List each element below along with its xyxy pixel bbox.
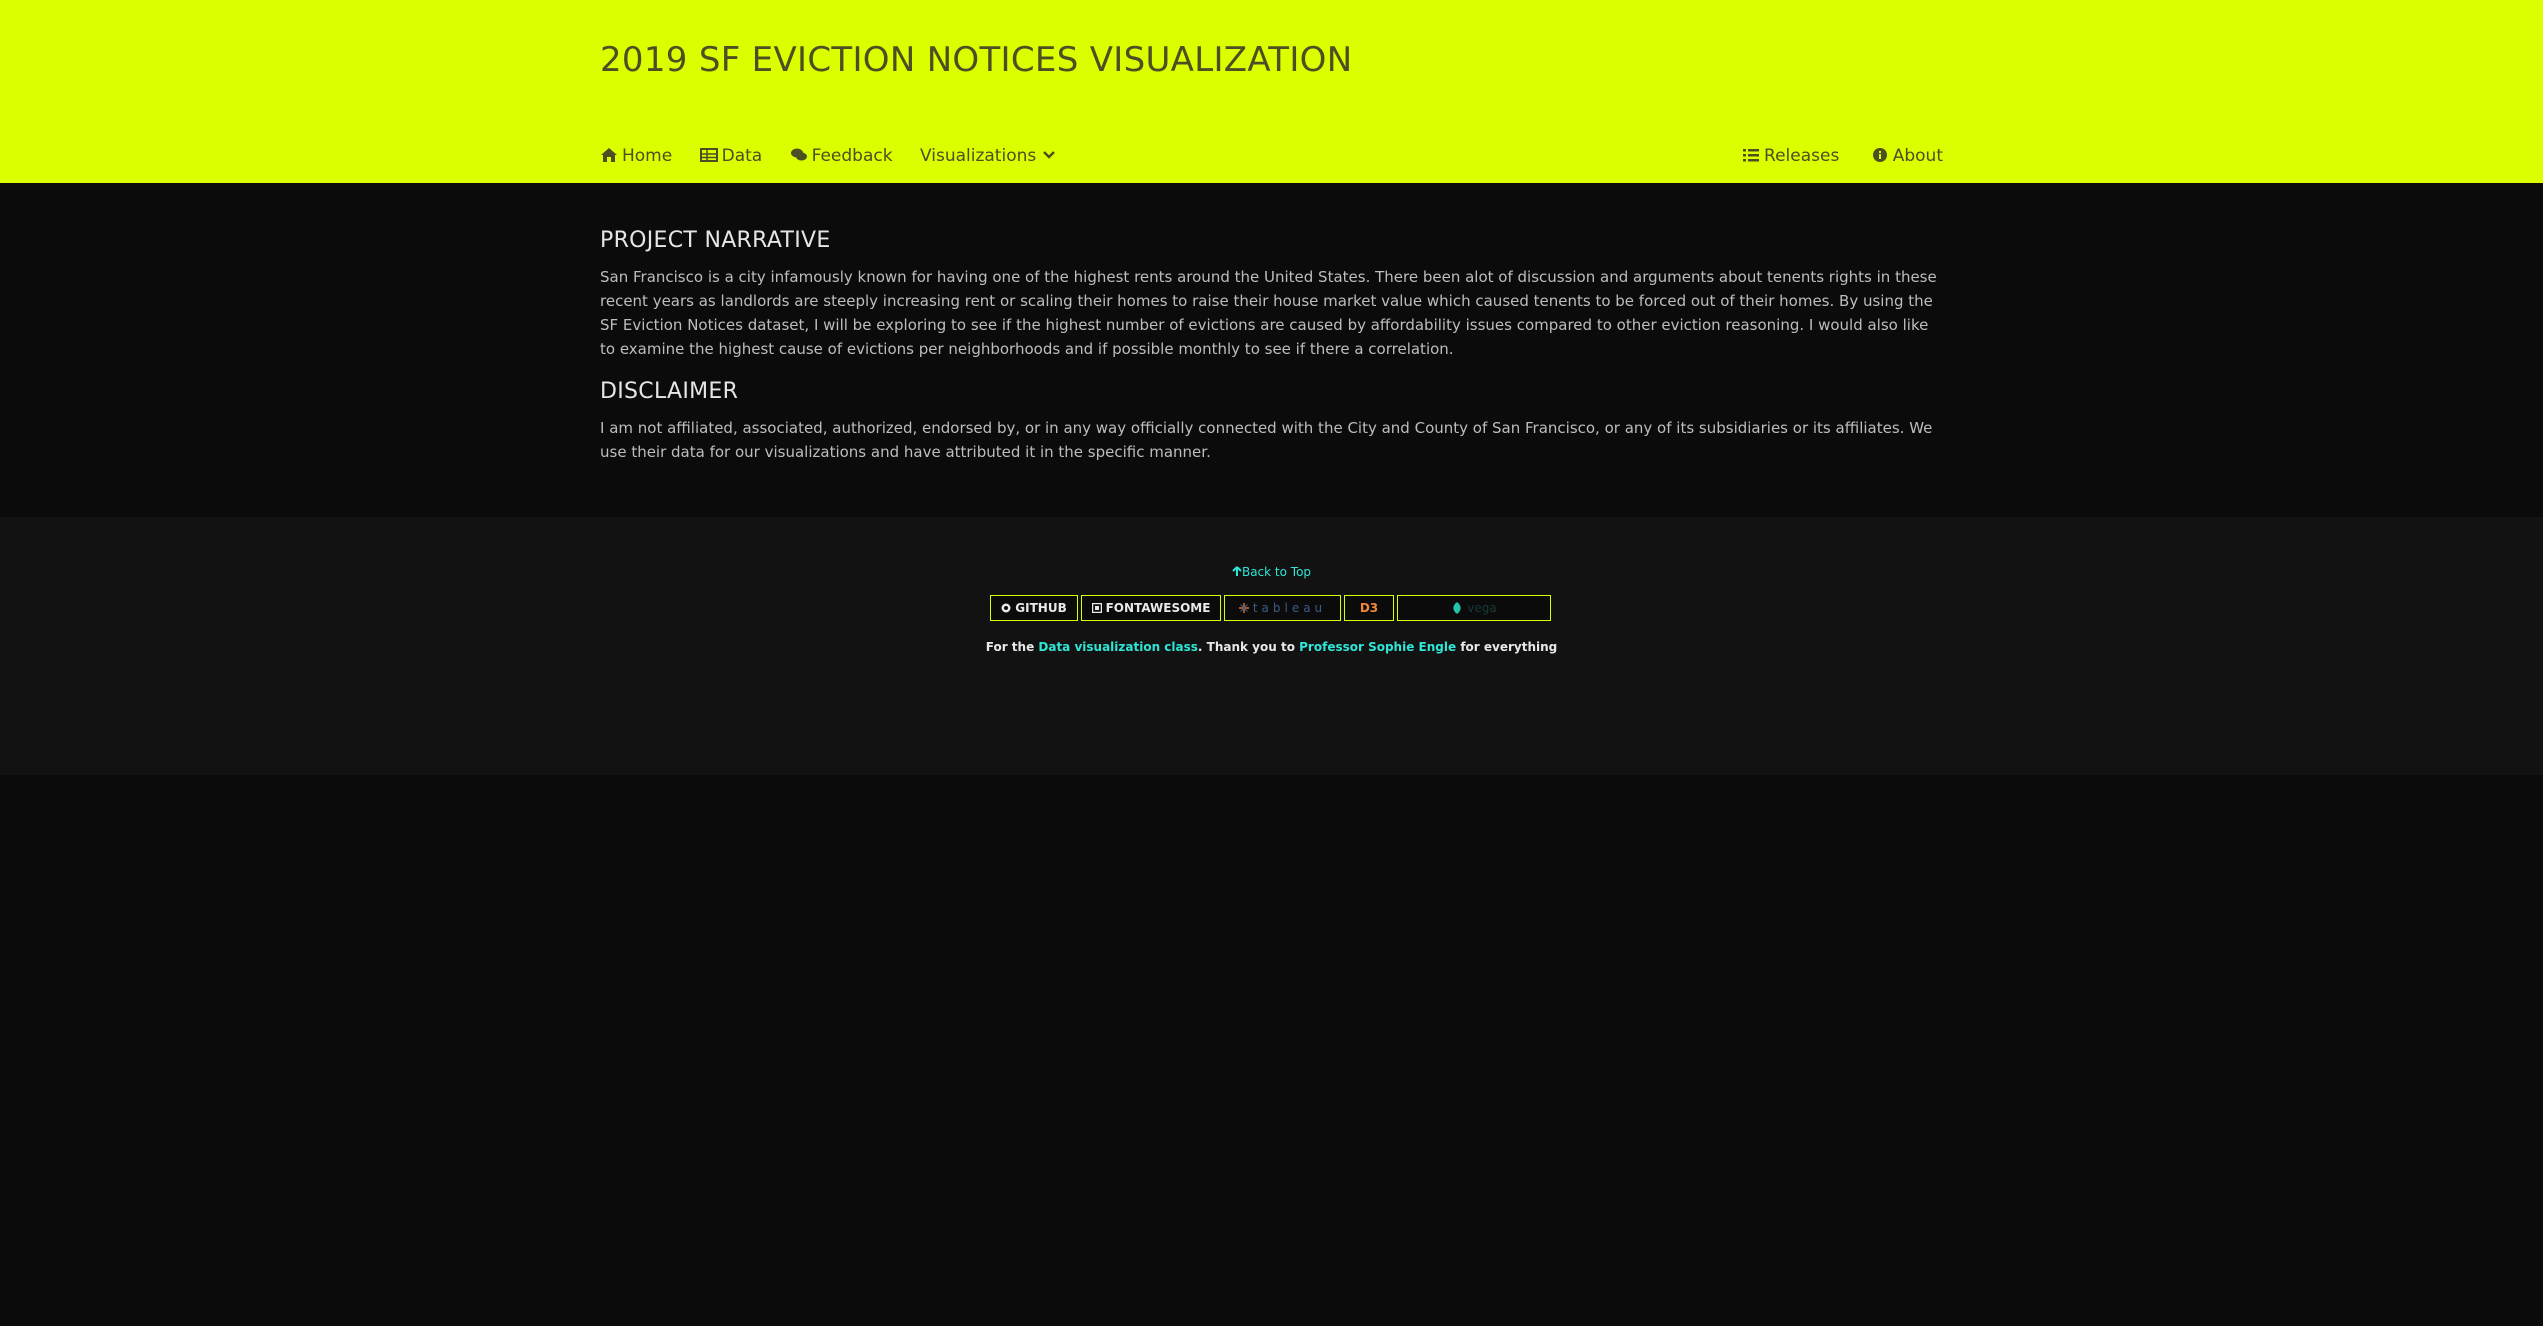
credit-mid: . Thank you to [1197,640,1295,654]
site-title[interactable]: 2019 SF EVICTION NOTICES VISUALIZATION [600,40,1352,80]
nav-releases-label: Releases [1764,146,1840,166]
github-badge[interactable]: GITHUB [990,595,1078,621]
home-icon [601,148,617,162]
comments-icon [790,148,807,161]
nav-visualizations-dropdown[interactable]: Visualizations [920,146,1056,166]
credit-prefix: For the [985,640,1035,654]
narrative-text: San Francisco is a city infamously known… [600,268,1937,358]
chevron-down-icon [1043,151,1056,159]
fontawesome-icon [1091,603,1102,613]
main-nav: Home Data Feedback Visualizations [600,146,1078,166]
nav-about-label: About [1892,146,1943,166]
nav-feedback-label: Feedback [811,146,893,166]
nav-data-label: Data [721,146,763,166]
vega-badge[interactable]: vega [1397,595,1551,621]
vega-badge-label: vega [1467,601,1497,615]
nav-home-label: Home [622,146,673,166]
github-icon [1001,603,1011,613]
fontawesome-badge-label: FONTAWESOME [1105,601,1211,615]
tech-badges: GITHUB FONTAWESOME tableau D3 vega [990,595,1555,625]
disclaimer-title: DISCLAIMER [600,379,739,404]
table-icon [699,148,718,162]
data-visualization-class-link[interactable]: Data visualization class [1038,640,1198,654]
tableau-icon [1238,603,1249,613]
nav-data[interactable]: Data [699,146,763,166]
vega-icon [1453,602,1461,614]
main-content: PROJECT NARRATIVE San Francisco is a cit… [600,228,1945,464]
github-badge-label: GITHUB [1015,601,1067,615]
credit-suffix: for everything [1460,640,1558,654]
d3-badge-label: D3 [1359,601,1379,615]
nav-home[interactable]: Home [600,146,672,166]
professor-link[interactable]: Professor Sophie Engle [1299,640,1456,654]
back-to-top-link[interactable]: Back to Top [0,565,2543,579]
d3-badge[interactable]: D3 [1344,595,1394,621]
disclaimer-text: I am not affiliated, associated, authori… [600,419,1933,461]
nav-feedback[interactable]: Feedback [790,146,893,166]
back-to-top-label: Back to Top [1241,565,1312,579]
nav-about[interactable]: About [1871,146,1943,166]
footer-credit: For the Data visualization class. Thank … [0,640,2543,654]
nav-releases[interactable]: Releases [1742,146,1839,166]
fontawesome-badge[interactable]: FONTAWESOME [1081,595,1221,621]
tableau-badge[interactable]: tableau [1224,595,1341,621]
nav-visualizations-label: Visualizations [919,146,1037,166]
info-circle-icon [1872,148,1887,162]
tableau-badge-label: tableau [1252,601,1327,615]
narrative-title: PROJECT NARRATIVE [600,228,831,253]
secondary-nav: Releases About [1716,146,1943,166]
list-icon [1743,149,1760,162]
arrow-up-icon [1232,566,1242,576]
site-header: 2019 SF EVICTION NOTICES VISUALIZATION H… [0,0,2543,183]
site-footer: Back to Top GITHUB FONTAWESOME tableau D… [0,517,2543,775]
